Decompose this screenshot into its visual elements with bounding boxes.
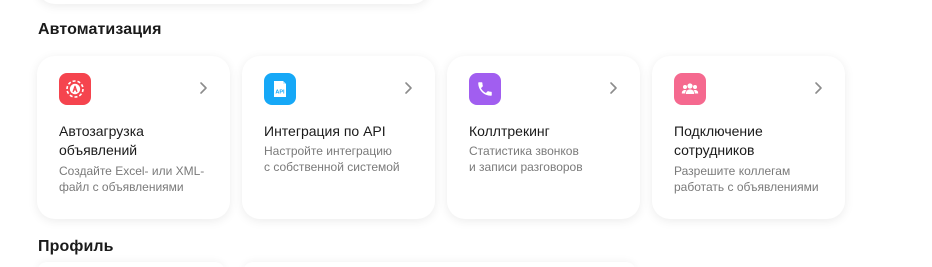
people-icon [674,73,706,105]
autoload-icon [59,73,91,105]
card-description: Настройте интеграцию с собственной систе… [264,144,400,174]
card-api-integration[interactable]: API Интеграция по API Настройте интеграц… [242,56,435,219]
card-title: Интеграция по API [264,123,386,139]
card-calltracking[interactable]: Коллтрекинг Статистика звонков и записи … [447,56,640,219]
card-autoload[interactable]: Автозагрузка объявлений Создайте Excel- … [37,56,230,219]
card-title: Подключение сотрудников [674,123,763,158]
api-icon: API [264,73,296,105]
section-title-profile: Профиль [38,238,114,255]
automation-cards: Автозагрузка объявлений Создайте Excel- … [37,56,845,219]
chevron-right-icon [815,82,822,94]
card-description: Создайте Excel- или XML- файл с объявлен… [59,164,205,194]
card-title: Автозагрузка объявлений [59,123,144,158]
card-description: Разрешите коллегам работать с объявления… [674,164,819,194]
chevron-right-icon [200,82,207,94]
page: Автоматизация Автозагрузка объявлений Со… [0,0,932,267]
profile-card-edge [243,262,636,267]
chevron-right-icon [610,82,617,94]
card-description: Статистика звонков и записи разговоров [469,144,583,174]
chevron-right-icon [405,82,412,94]
card-title: Коллтрекинг [469,123,550,139]
section-title-automation: Автоматизация [38,21,162,38]
previous-card-edge [37,0,430,4]
api-icon-text: API [275,90,285,96]
card-connect-employees[interactable]: Подключение сотрудников Разрешите коллег… [652,56,845,219]
phone-icon [469,73,501,105]
profile-card-edge [37,262,225,267]
